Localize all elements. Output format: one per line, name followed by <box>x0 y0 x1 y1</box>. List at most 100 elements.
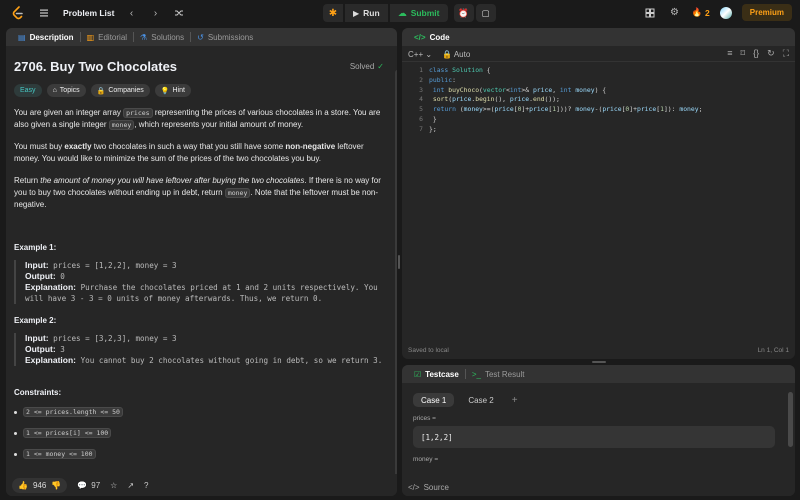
run-label: Run <box>363 8 380 18</box>
code-line: 1 class Solution { <box>419 66 491 74</box>
strong-text: exactly <box>64 142 92 151</box>
play-icon: ▶ <box>353 8 360 18</box>
flask-icon: ⚗ <box>140 32 148 42</box>
tab-test-result-label: Test Result <box>484 369 525 379</box>
add-case-icon[interactable]: + <box>512 395 518 406</box>
inline-code: prices <box>123 108 153 118</box>
bullet <box>14 431 17 435</box>
tab-code[interactable]: </> Code <box>408 33 456 42</box>
case-1-tab[interactable]: Case 1 <box>413 393 455 407</box>
topics-tag[interactable]: ⌂ Topics <box>46 84 86 97</box>
reset-icon[interactable]: ↻ <box>767 48 775 59</box>
source-toggle[interactable]: </> Source <box>402 478 795 496</box>
description-paragraph-1: You are given an integer array prices re… <box>14 107 386 131</box>
shuffle-icon[interactable] <box>172 6 186 20</box>
favorite-button[interactable]: ☆ <box>110 481 117 490</box>
settings-gear-icon[interactable]: ⚙ <box>667 6 681 20</box>
timer-button[interactable]: ⏰ <box>453 4 474 22</box>
tab-test-result[interactable]: >_ Test Result <box>466 370 531 379</box>
format-icon[interactable]: ≡ <box>727 48 732 59</box>
description-scrollbar[interactable] <box>395 70 397 488</box>
hint-tag[interactable]: 💡 Hint <box>154 84 191 97</box>
code-line: 2 public: <box>419 75 456 84</box>
language-select[interactable]: C++ ⌄ <box>408 50 432 59</box>
debug-button[interactable]: ✱ <box>323 4 343 22</box>
cursor-position: Ln 1, Col 1 <box>757 347 789 354</box>
companies-label: Companies <box>108 87 144 94</box>
testcase-scrollbar[interactable] <box>788 392 793 447</box>
value: prices = [1,2,2], money = 3 <box>48 261 177 270</box>
streak-counter[interactable]: 🔥 2 <box>691 7 709 18</box>
tag-icon: ⌂ <box>52 87 57 94</box>
chevron-down-icon: ⌄ <box>425 50 433 59</box>
example-2-box: Input: prices = [3,2,3], money = 3 Outpu… <box>14 333 386 366</box>
example-input: Input: prices = [3,2,3], money = 3 <box>25 333 386 344</box>
bookmark-icon[interactable]: ⌑ <box>741 48 746 59</box>
share-icon: ↗ <box>127 480 135 490</box>
companies-tag[interactable]: 🔒 Companies <box>90 84 150 97</box>
tab-editorial[interactable]: ▥ Editorial <box>81 33 133 42</box>
note-icon: ▢ <box>481 7 490 18</box>
solved-label: Solved <box>349 62 375 71</box>
description-footer: 👍 946 👎 💬 97 ☆ ↗ ? <box>6 474 397 496</box>
notes-button[interactable]: ▢ <box>475 4 496 22</box>
chevron-right-icon[interactable]: › <box>148 6 162 20</box>
code-panel: </> Code C++ ⌄ 🔒 Auto ≡ ⌑ {} ↻ ⛶ 1 class … <box>402 28 795 359</box>
example-1-box: Input: prices = [1,2,2], money = 3 Outpu… <box>14 260 386 304</box>
top-bar: Problem List ‹ › ✱ ▶ Run ☁ Submit ⏰ ▢ ⚙ <box>0 0 800 26</box>
example-2-title: Example 2: <box>14 316 57 325</box>
bug-icon: ✱ <box>328 7 338 19</box>
check-circle-icon: ✓ <box>377 62 384 71</box>
help-button[interactable]: ? <box>144 481 148 490</box>
premium-button[interactable]: Premium <box>741 4 792 21</box>
comment-count: 97 <box>91 480 101 490</box>
comments-button[interactable]: 💬 97 <box>77 481 100 490</box>
run-button[interactable]: ▶ Run <box>345 4 388 22</box>
constraint-code: 1 <= prices[i] <= 100 <box>23 428 112 438</box>
layout-grid-icon[interactable] <box>643 6 657 20</box>
problem-list-link[interactable]: Problem List <box>63 8 114 18</box>
tab-testcase[interactable]: ☑ Testcase <box>408 370 465 379</box>
tab-solutions-label: Solutions <box>151 32 185 42</box>
code-line: 3 int buyChoco(vector<int>& price, int m… <box>419 85 607 94</box>
terminal-icon: >_ <box>471 369 481 379</box>
case-2-tab[interactable]: Case 2 <box>460 393 501 407</box>
label: Explanation: <box>25 282 77 292</box>
checkbox-icon: ☑ <box>414 369 422 379</box>
list-item: 1 <= money <= 100 <box>14 449 386 459</box>
like-count: 946 <box>32 480 47 490</box>
description-paragraph-3: Return the amount of money you will have… <box>14 175 386 211</box>
text: , which represents your initial amount o… <box>134 120 304 129</box>
book-icon: ▥ <box>86 32 95 42</box>
constraints-list: 2 <= prices.length <= 50 1 <= prices[i] … <box>14 407 386 459</box>
fullscreen-icon[interactable]: ⛶ <box>783 48 789 59</box>
prices-input[interactable]: [1,2,2] <box>413 426 775 448</box>
code-editor[interactable]: 1 class Solution { 2 public: 3 int buyChoc… <box>402 66 795 135</box>
save-status: Saved to local <box>408 347 449 354</box>
bullet <box>14 410 17 414</box>
chevron-left-icon[interactable]: ‹ <box>124 6 138 20</box>
value: 0 <box>55 272 65 281</box>
submit-button[interactable]: ☁ Submit <box>389 4 448 22</box>
leetcode-logo-icon[interactable] <box>11 6 25 20</box>
problem-list-icon[interactable] <box>37 6 51 20</box>
horizontal-resize-handle[interactable] <box>592 361 606 363</box>
vertical-resize-handle[interactable] <box>398 255 400 269</box>
star-icon: ☆ <box>110 480 118 490</box>
thumbs-up-icon[interactable]: 👍 <box>18 481 28 490</box>
tab-solutions[interactable]: ⚗ Solutions <box>134 33 190 42</box>
tab-submissions[interactable]: ↺ Submissions <box>191 33 259 42</box>
auto-toggle[interactable]: 🔒 Auto <box>442 50 470 59</box>
label: Output: <box>25 344 56 354</box>
user-avatar[interactable] <box>719 6 732 19</box>
braces-icon[interactable]: {} <box>753 48 759 59</box>
problem-title: 2706. Buy Two Chocolates <box>14 59 178 74</box>
description-paragraph-2: You must buy exactly two chocolates in s… <box>14 141 386 165</box>
tab-submissions-label: Submissions <box>207 32 254 42</box>
thumbs-down-icon[interactable]: 👎 <box>51 481 61 490</box>
label: Input: <box>25 260 49 270</box>
submit-label: Submit <box>410 8 440 18</box>
tab-description[interactable]: ▤ Description <box>12 33 80 42</box>
code-icon: </> <box>408 482 420 492</box>
share-button[interactable]: ↗ <box>127 481 134 490</box>
